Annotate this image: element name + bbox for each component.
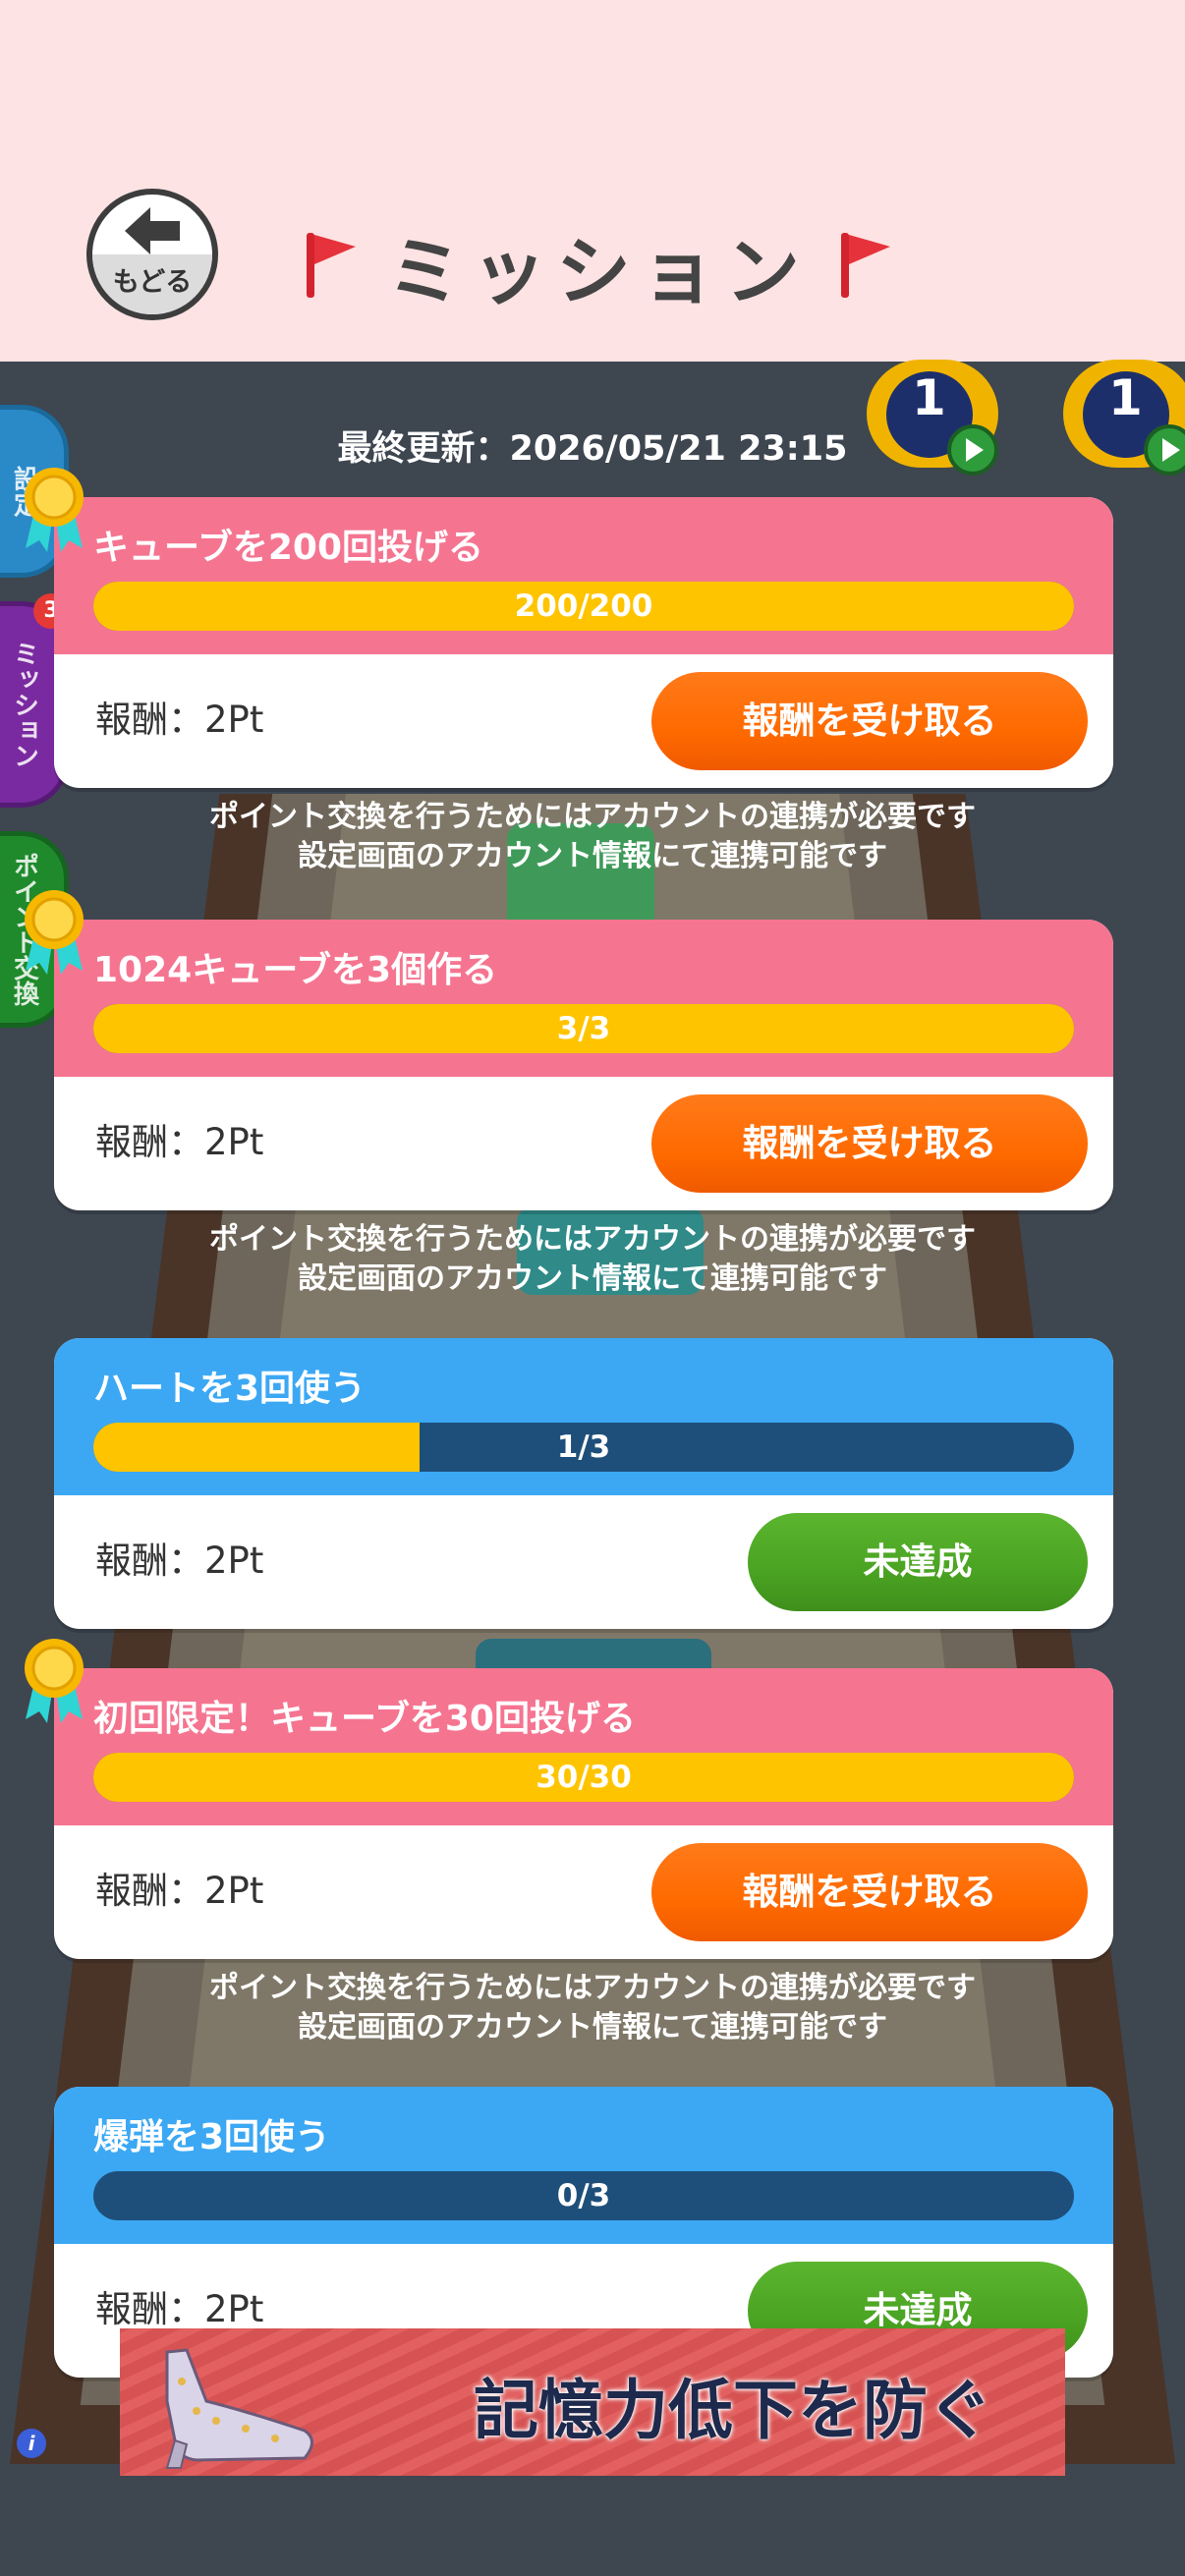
mission-card: キューブを200回投げる 200/200 報酬：2Pt 報酬を受け取る	[54, 497, 1113, 788]
ad-info-icon[interactable]: i	[17, 2429, 46, 2458]
mission-card: 初回限定！キューブを30回投げる 30/30 報酬：2Pt 報酬を受け取る	[54, 1668, 1113, 1959]
last-updated-text: 最終更新：2026/05/21 23:15	[337, 429, 848, 469]
mission-title: 1024キューブを3個作る	[93, 950, 498, 990]
claim-reward-button[interactable]: 報酬を受け取る	[651, 672, 1088, 770]
powerup-count: 1	[912, 369, 946, 426]
ad-headline: 記憶力低下を防ぐ	[474, 2373, 992, 2448]
mission-title: キューブを200回投げる	[93, 528, 483, 568]
back-arrow-icon	[125, 206, 180, 254]
claim-reward-button[interactable]: 報酬を受け取る	[651, 1843, 1088, 1941]
account-link-note: ポイント交換を行うためにはアカウントの連携が必要です 設定画面のアカウント情報に…	[209, 800, 976, 873]
medal-icon	[25, 468, 84, 552]
progress-bar: 0/3	[93, 2171, 1074, 2220]
medal-icon	[25, 1639, 84, 1723]
progress-text: 200/200	[514, 588, 653, 624]
progress-bar: 200/200	[93, 582, 1074, 631]
progress-bar: 1/3	[93, 1423, 1074, 1472]
account-link-note: ポイント交換を行うためにはアカウントの連携が必要です 設定画面のアカウント情報に…	[209, 1971, 976, 2044]
page-title: ミッション	[387, 228, 810, 315]
account-link-note: ポイント交換を行うためにはアカウントの連携が必要です 設定画面のアカウント情報に…	[209, 1222, 976, 1296]
medal-icon	[25, 890, 84, 975]
reward-label: 報酬：2Pt	[95, 2288, 264, 2330]
mission-title: 爆弾を3回使う	[93, 2117, 331, 2157]
reward-label: 報酬：2Pt	[95, 1540, 264, 1582]
ad-banner[interactable]: 記憶力低下を防ぐ	[120, 2328, 1065, 2476]
powerup-count: 1	[1108, 369, 1143, 426]
back-button[interactable]: もどる	[86, 189, 218, 320]
progress-text: 3/3	[556, 1011, 611, 1046]
reward-label: 報酬：2Pt	[95, 699, 264, 741]
progress-bar: 3/3	[93, 1004, 1074, 1053]
flag-icon-left	[307, 233, 356, 298]
flag-icon-right	[841, 233, 890, 298]
header-bar: もどる ミッション	[0, 0, 1185, 362]
progress-bar: 30/30	[93, 1753, 1074, 1802]
mission-title: ハートを3回使う	[93, 1369, 367, 1409]
mission-title: 初回限定！キューブを30回投げる	[93, 1699, 636, 1739]
mission-card: ハートを3回使う 1/3 報酬：2Pt 未達成	[54, 1338, 1113, 1629]
progress-text: 30/30	[536, 1760, 632, 1795]
reward-label: 報酬：2Pt	[95, 1870, 264, 1912]
progress-text: 0/3	[556, 2178, 611, 2213]
glass-shoe-image	[165, 2348, 313, 2469]
incomplete-button[interactable]: 未達成	[748, 1513, 1088, 1611]
back-button-label: もどる	[112, 266, 193, 298]
mission-card: 1024キューブを3個作る 3/3 報酬：2Pt 報酬を受け取る	[54, 920, 1113, 1210]
progress-text: 1/3	[556, 1429, 611, 1465]
claim-reward-button[interactable]: 報酬を受け取る	[651, 1094, 1088, 1193]
reward-label: 報酬：2Pt	[95, 1121, 264, 1163]
